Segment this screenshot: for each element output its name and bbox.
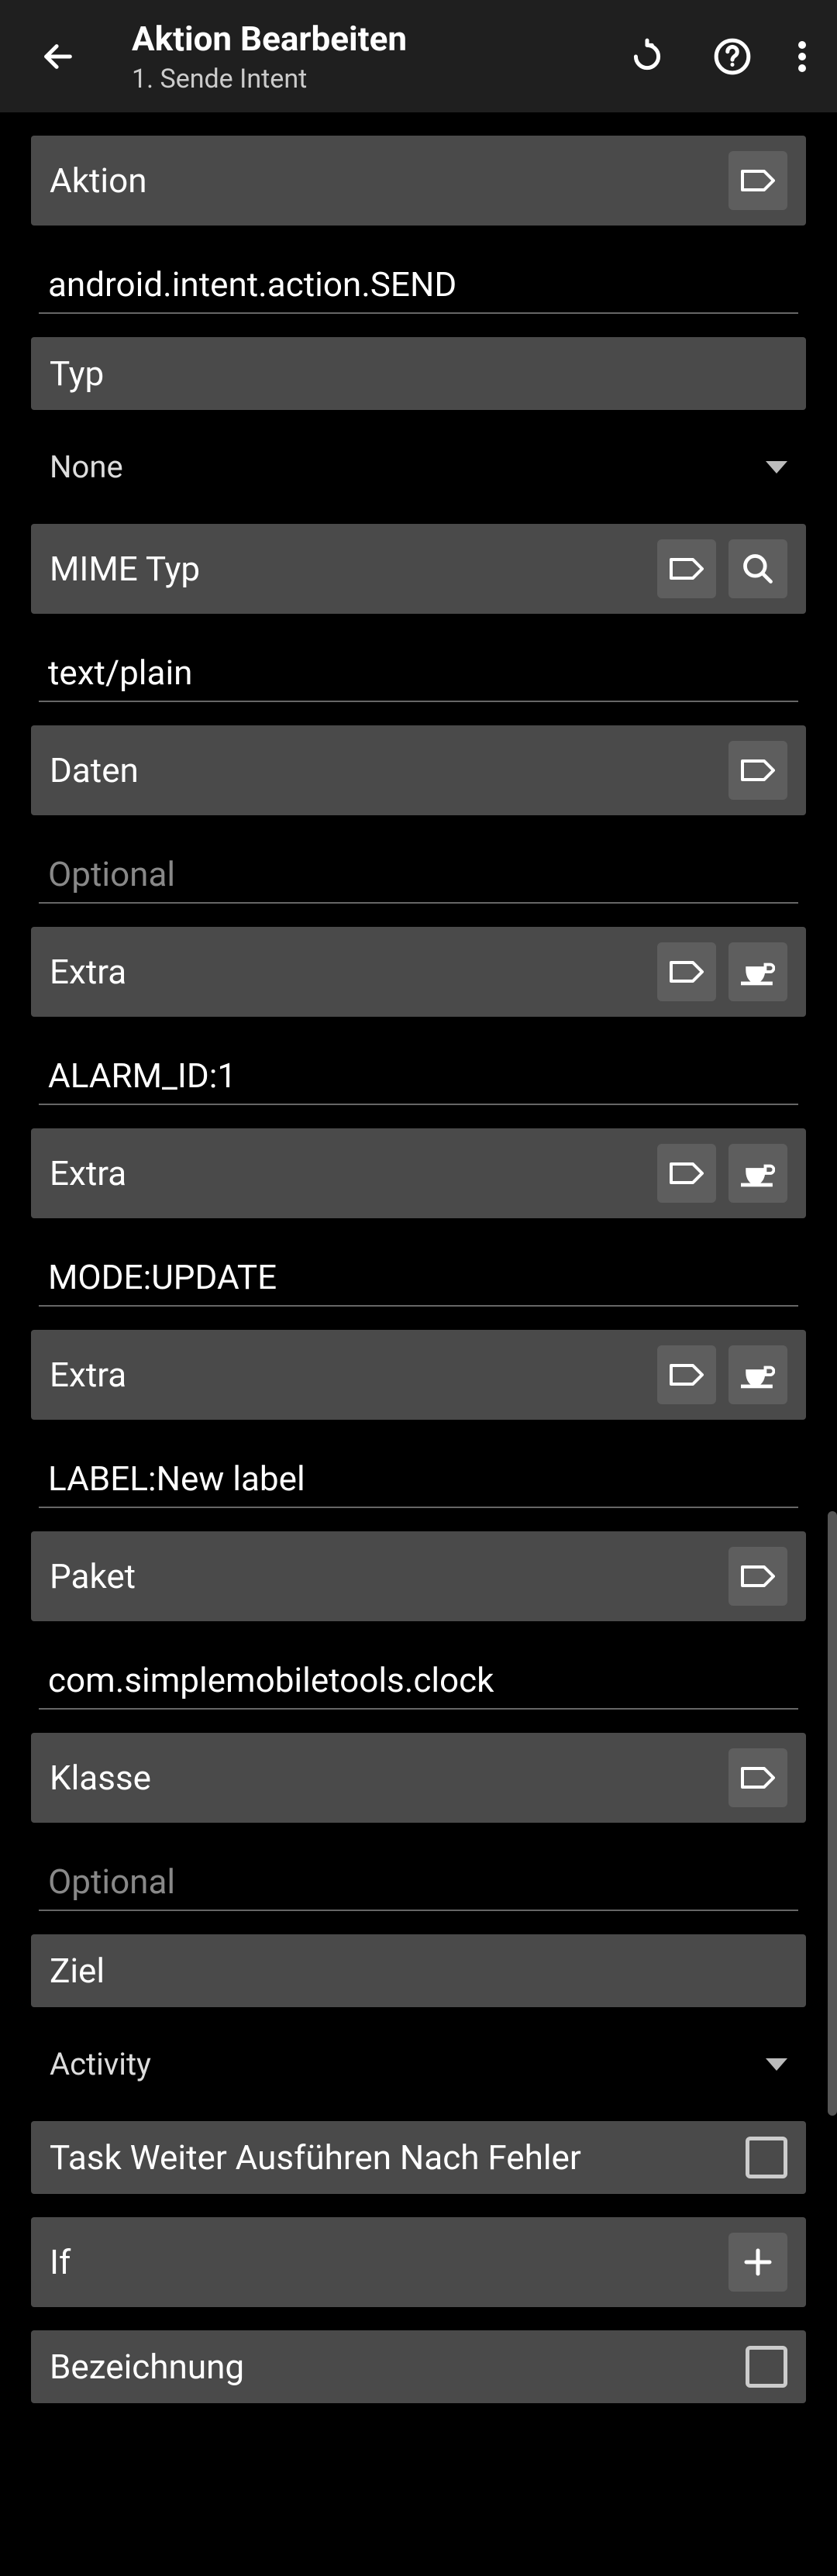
section-klasse: Klasse xyxy=(31,1733,806,1823)
section-label: Ziel xyxy=(50,1951,787,1991)
continue-checkbox[interactable] xyxy=(746,2137,787,2178)
tag-icon xyxy=(670,556,704,581)
titles: Aktion Bearbeiten 1. Sende Intent xyxy=(132,19,628,95)
arrow-left-icon xyxy=(40,39,76,74)
extra1-input[interactable]: ALARM_ID:1 xyxy=(39,1040,798,1105)
chevron-down-icon xyxy=(766,2058,787,2071)
section-label: Paket xyxy=(50,1556,719,1596)
tag-button[interactable] xyxy=(657,539,716,598)
tag-icon xyxy=(670,959,704,984)
daten-input[interactable]: Optional xyxy=(39,839,798,904)
section-label: MIME Typ xyxy=(50,549,657,589)
paket-input[interactable]: com.simplemobiletools.clock xyxy=(39,1644,798,1710)
tag-button[interactable] xyxy=(728,151,787,210)
section-aktion: Aktion xyxy=(31,136,806,226)
tag-button[interactable] xyxy=(657,1144,716,1203)
tag-button[interactable] xyxy=(657,1345,716,1404)
typ-dropdown[interactable]: None xyxy=(31,433,806,501)
section-label: If xyxy=(50,2242,719,2282)
klasse-input[interactable]: Optional xyxy=(39,1846,798,1911)
section-paket: Paket xyxy=(31,1531,806,1621)
section-label: Extra xyxy=(50,1355,657,1395)
tag-icon xyxy=(670,1161,704,1186)
section-continue-on-error[interactable]: Task Weiter Ausführen Nach Fehler xyxy=(31,2121,806,2194)
tag-button[interactable] xyxy=(728,1748,787,1807)
section-label: Bezeichnung xyxy=(50,2347,736,2387)
scrollbar-thumb[interactable] xyxy=(828,1511,837,2116)
section-ziel: Ziel xyxy=(31,1934,806,2007)
tag-button[interactable] xyxy=(728,741,787,800)
search-button[interactable] xyxy=(728,539,787,598)
extra3-input[interactable]: LABEL:New label xyxy=(39,1443,798,1508)
section-label: Aktion xyxy=(50,160,719,201)
overflow-menu-button[interactable] xyxy=(798,40,806,74)
plus-icon xyxy=(742,2247,773,2278)
tag-icon xyxy=(741,758,775,783)
page-subtitle: 1. Sende Intent xyxy=(132,64,628,95)
coffee-button[interactable] xyxy=(728,1345,787,1404)
section-label: Task Weiter Ausführen Nach Fehler xyxy=(50,2137,736,2178)
coffee-icon xyxy=(741,1158,775,1189)
section-label: Extra xyxy=(50,1153,657,1193)
tag-icon xyxy=(741,168,775,193)
aktion-input[interactable]: android.intent.action.SEND xyxy=(39,249,798,314)
content: Aktion android.intent.action.SEND Typ No… xyxy=(0,112,837,2426)
section-mime: MIME Typ xyxy=(31,524,806,614)
section-if: If xyxy=(31,2217,806,2307)
add-if-button[interactable] xyxy=(728,2233,787,2292)
coffee-button[interactable] xyxy=(728,1144,787,1203)
search-icon xyxy=(741,552,775,586)
dropdown-value: None xyxy=(50,449,766,485)
help-button[interactable] xyxy=(713,37,752,76)
coffee-icon xyxy=(741,956,775,987)
coffee-icon xyxy=(741,1359,775,1390)
section-label: Typ xyxy=(50,353,787,394)
coffee-button[interactable] xyxy=(728,942,787,1001)
back-button[interactable] xyxy=(31,29,85,84)
section-extra-1: Extra xyxy=(31,927,806,1017)
tag-icon xyxy=(670,1362,704,1387)
tag-icon xyxy=(741,1564,775,1589)
section-daten: Daten xyxy=(31,725,806,815)
undo-button[interactable] xyxy=(628,37,666,76)
extra2-input[interactable]: MODE:UPDATE xyxy=(39,1242,798,1307)
tag-button[interactable] xyxy=(657,942,716,1001)
section-label: Klasse xyxy=(50,1758,719,1798)
section-label: Extra xyxy=(50,952,657,992)
section-bezeichnung[interactable]: Bezeichnung xyxy=(31,2330,806,2403)
page-title: Aktion Bearbeiten xyxy=(132,19,628,59)
bezeichnung-checkbox[interactable] xyxy=(746,2346,787,2388)
dropdown-value: Activity xyxy=(50,2046,766,2082)
chevron-down-icon xyxy=(766,461,787,474)
tag-button[interactable] xyxy=(728,1547,787,1606)
ziel-dropdown[interactable]: Activity xyxy=(31,2030,806,2098)
section-extra-3: Extra xyxy=(31,1330,806,1420)
app-bar: Aktion Bearbeiten 1. Sende Intent xyxy=(0,0,837,112)
tag-icon xyxy=(741,1765,775,1790)
section-typ: Typ xyxy=(31,337,806,410)
section-label: Daten xyxy=(50,750,719,790)
section-extra-2: Extra xyxy=(31,1128,806,1218)
mime-input[interactable]: text/plain xyxy=(39,637,798,702)
